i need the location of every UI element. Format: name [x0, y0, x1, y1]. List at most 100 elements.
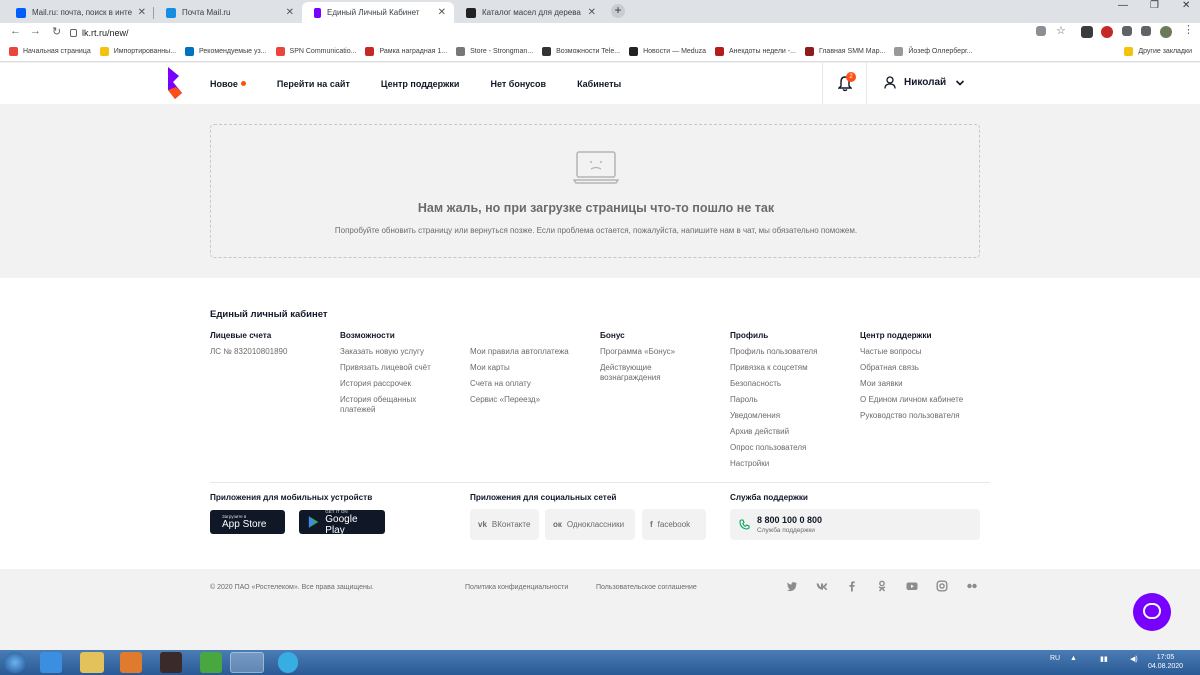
- facebook-icon[interactable]: [846, 580, 858, 592]
- chat-button[interactable]: [1133, 593, 1171, 631]
- bookmark-item[interactable]: Store - Strongman...: [456, 47, 533, 56]
- close-icon[interactable]: ✕: [286, 7, 294, 18]
- footer-link[interactable]: История рассрочек: [340, 379, 458, 389]
- flickr-icon[interactable]: [966, 580, 978, 592]
- bookmark-item[interactable]: Возможности Tele...: [542, 47, 620, 56]
- bookmark-label: Store - Strongman...: [470, 48, 534, 55]
- odnoklassniki-icon[interactable]: [876, 580, 888, 592]
- bookmark-item[interactable]: Новости — Meduza: [629, 47, 706, 56]
- forward-icon[interactable]: →: [30, 25, 41, 37]
- nav-go-to-site[interactable]: Перейти на сайт: [277, 79, 350, 89]
- agreement-link[interactable]: Пользовательское соглашение: [596, 584, 697, 591]
- footer-link[interactable]: История обещанных платежей: [340, 395, 436, 415]
- bookmark-item[interactable]: Импортированны...: [99, 47, 177, 56]
- puzzle-icon[interactable]: [1122, 26, 1132, 36]
- privacy-link[interactable]: Политика конфиденциальности: [465, 584, 568, 591]
- social-ok[interactable]: ок Одноклассники: [545, 509, 635, 540]
- googleplay-button[interactable]: GET IT ON Google Play: [299, 509, 385, 536]
- tray-expand-icon[interactable]: ▲: [1070, 655, 1077, 662]
- bookmark-item[interactable]: SPN Communicatio...: [275, 47, 356, 56]
- footer-link[interactable]: Счета на оплату: [470, 379, 588, 389]
- browser-tab-catalog[interactable]: Каталог масел для дерева ООО ✕: [454, 2, 604, 23]
- playlist-icon[interactable]: [1141, 26, 1151, 36]
- nav-cabinets[interactable]: Кабинеты: [577, 79, 621, 89]
- nav-bonuses[interactable]: Нет бонусов: [490, 79, 546, 89]
- file-explorer-icon[interactable]: [80, 652, 104, 673]
- browser-tab-mailru[interactable]: Mail.ru: почта, поиск в интерне ✕: [4, 2, 154, 23]
- bookmark-label: Импортированны...: [113, 48, 177, 55]
- close-icon[interactable]: ✕: [138, 7, 146, 18]
- browser-tab-mail[interactable]: Почта Mail.ru ✕: [154, 2, 302, 23]
- translate-icon[interactable]: [1036, 26, 1046, 36]
- volume-icon[interactable]: ◀): [1130, 655, 1138, 663]
- user-menu[interactable]: Николай: [884, 76, 965, 89]
- nav-support-center[interactable]: Центр поддержки: [381, 79, 460, 89]
- browser-tab-lk[interactable]: Единый Личный Кабинет ✕: [302, 2, 454, 23]
- extension-badge-icon[interactable]: [1101, 26, 1113, 38]
- avatar[interactable]: [1160, 26, 1172, 38]
- vk-icon[interactable]: [816, 580, 828, 592]
- new-tab-button[interactable]: +: [611, 4, 625, 18]
- taskbar-clock[interactable]: 17:05 04.08.2020: [1148, 653, 1183, 671]
- footer-link[interactable]: Привязать лицевой счёт: [340, 363, 458, 373]
- bookmark-item[interactable]: Главная SMM Мар...: [804, 47, 885, 56]
- start-button[interactable]: [4, 652, 26, 673]
- game-app-icon[interactable]: [160, 652, 182, 673]
- footer-link[interactable]: Опрос пользователя: [730, 443, 848, 453]
- footer-link[interactable]: Действующие вознаграждения: [600, 363, 680, 383]
- footer-link[interactable]: Сервис «Переезд»: [470, 395, 588, 405]
- address-bar[interactable]: lk.rt.ru/new/: [70, 25, 1070, 40]
- reload-icon[interactable]: ↻: [52, 25, 61, 38]
- footer-link[interactable]: Мои заявки: [860, 379, 978, 389]
- language-indicator[interactable]: RU: [1050, 655, 1060, 662]
- bookmark-item[interactable]: Анекдоты недели -...: [714, 47, 796, 56]
- more-icon[interactable]: ⋮: [1183, 23, 1194, 36]
- back-icon[interactable]: ←: [10, 25, 21, 37]
- footer-link[interactable]: Частые вопросы: [860, 347, 978, 357]
- media-player-icon[interactable]: [120, 652, 142, 673]
- footer-link[interactable]: Обратная связь: [860, 363, 978, 373]
- utorrent-icon[interactable]: [200, 652, 222, 673]
- bookmark-item[interactable]: Начальная страница: [9, 47, 91, 56]
- footer-link[interactable]: Мои карты: [470, 363, 588, 373]
- social-facebook[interactable]: f facebook: [642, 509, 706, 540]
- star-icon[interactable]: ☆: [1056, 24, 1066, 37]
- footer-link[interactable]: Заказать новую услугу: [340, 347, 458, 357]
- footer-link[interactable]: Настройки: [730, 459, 848, 469]
- twitter-icon[interactable]: [786, 580, 798, 592]
- internet-explorer-icon[interactable]: [40, 652, 62, 673]
- footer-link[interactable]: Архив действий: [730, 427, 848, 437]
- close-icon[interactable]: ✕: [588, 7, 596, 18]
- footer-link[interactable]: Уведомления: [730, 411, 848, 421]
- footer-link[interactable]: Мои правила автоплатежа: [470, 347, 588, 357]
- maximize-icon[interactable]: ❐: [1150, 0, 1159, 11]
- footer-link[interactable]: Привязка к соцсетям: [730, 363, 848, 373]
- bookmark-item[interactable]: Рамка наградная 1...: [365, 47, 447, 56]
- footer-link[interactable]: Пароль: [730, 395, 848, 405]
- footer-link[interactable]: О Едином личном кабинете: [860, 395, 982, 405]
- bookmark-item[interactable]: Йозеф Оллерберг...: [894, 47, 973, 56]
- youtube-icon[interactable]: [906, 580, 918, 592]
- bookmark-label: Анекдоты недели -...: [728, 48, 796, 55]
- chrome-icon[interactable]: [230, 652, 264, 673]
- user-icon: [884, 76, 896, 89]
- telegram-icon[interactable]: [278, 652, 298, 673]
- footer-link[interactable]: Руководство пользователя: [860, 411, 982, 421]
- nav-new[interactable]: Новое: [210, 79, 246, 89]
- footer-link[interactable]: Программа «Бонус»: [600, 347, 718, 357]
- minimize-icon[interactable]: —: [1118, 0, 1128, 11]
- extension-icon[interactable]: [1081, 26, 1093, 38]
- footer-link[interactable]: Безопасность: [730, 379, 848, 389]
- instagram-icon[interactable]: [936, 580, 948, 592]
- support-phone-card[interactable]: 8 800 100 0 800 Служба поддержки: [730, 509, 980, 540]
- bookmark-item[interactable]: Рекомендуемые уз...: [185, 47, 267, 56]
- other-bookmarks[interactable]: Другие закладки: [1124, 47, 1192, 56]
- clock-time: 17:05: [1156, 654, 1175, 661]
- footer-link[interactable]: Профиль пользователя: [730, 347, 848, 357]
- close-icon[interactable]: ✕: [438, 7, 446, 18]
- appstore-button[interactable]: Загрузите в App Store: [210, 510, 285, 534]
- rostelecom-logo-icon[interactable]: [166, 67, 186, 99]
- window-close-icon[interactable]: ✕: [1182, 0, 1190, 11]
- network-icon[interactable]: ▮▮: [1100, 655, 1108, 663]
- social-vk[interactable]: vk ВКонтакте: [470, 509, 539, 540]
